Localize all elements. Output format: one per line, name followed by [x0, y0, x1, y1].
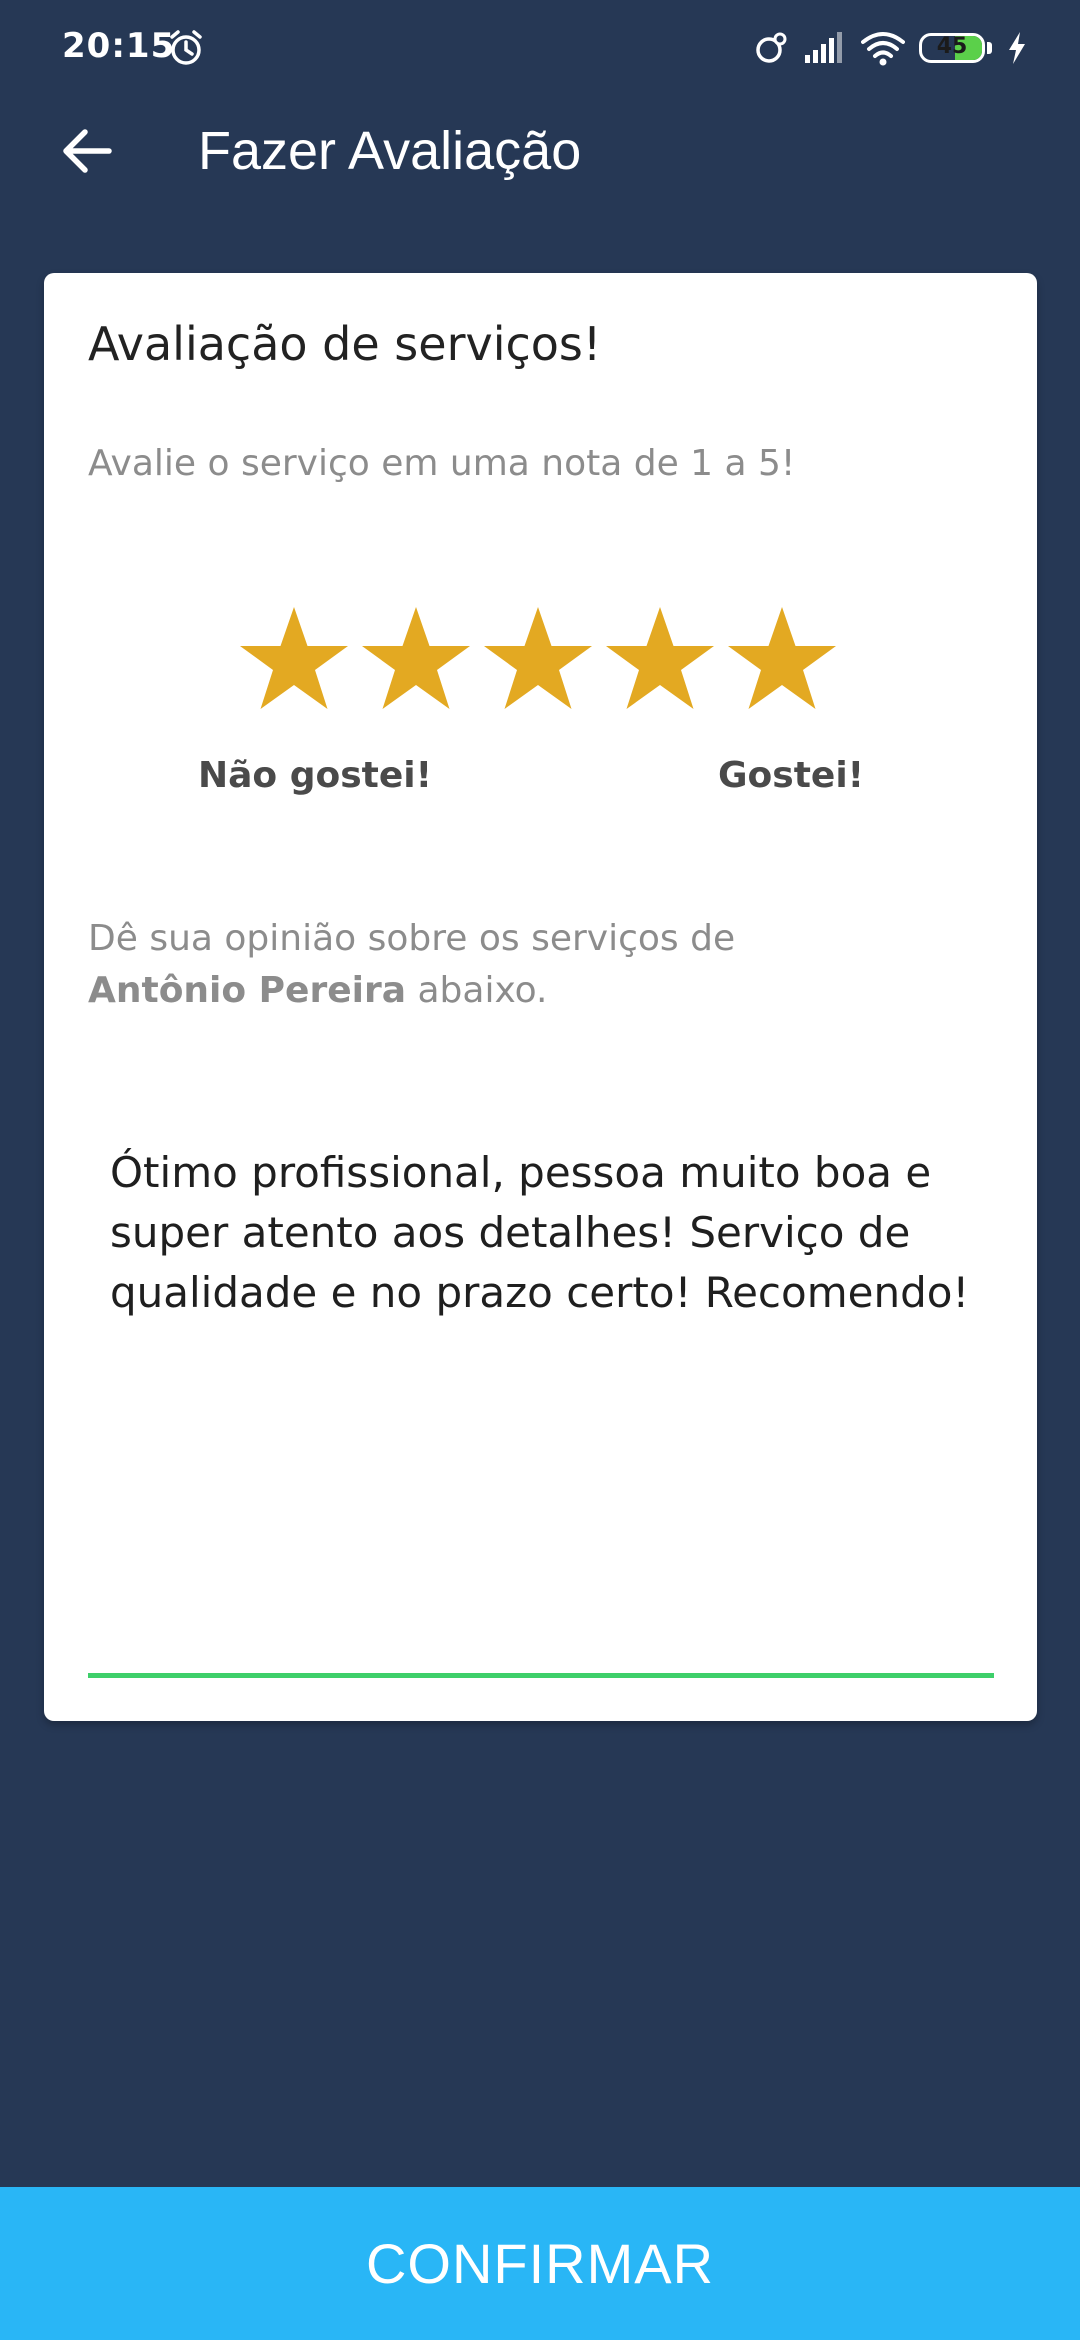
- alarm-icon: [166, 28, 206, 68]
- star-5-icon[interactable]: [726, 605, 838, 713]
- provider-name: Antônio Pereira: [88, 970, 407, 1011]
- battery-icon: 45: [919, 33, 985, 63]
- rating-label-low: Não gostei!: [198, 755, 432, 796]
- star-4-icon[interactable]: [604, 605, 716, 713]
- rating-label-high: Gostei!: [718, 755, 865, 796]
- wifi-icon: [861, 30, 905, 66]
- review-subtitle: Avalie o serviço em uma nota de 1 a 5!: [88, 443, 796, 484]
- charging-icon: [1006, 31, 1028, 65]
- comment-field[interactable]: Ótimo profissional, pessoa muito boa e s…: [110, 1143, 990, 1323]
- review-card: Avaliação de serviços! Avalie o serviço …: [44, 273, 1037, 1721]
- comment-underline: [88, 1673, 994, 1678]
- opinion-suffix: abaixo.: [417, 970, 548, 1011]
- star-rating: [238, 605, 838, 713]
- review-title: Avaliação de serviços!: [88, 317, 602, 371]
- status-bar: 20:15 45: [0, 0, 1080, 96]
- confirm-label: CONFIRMAR: [365, 2232, 715, 2295]
- star-1-icon[interactable]: [238, 605, 350, 713]
- arrow-left-icon: [61, 128, 113, 178]
- battery-cap: [987, 42, 992, 54]
- confirm-button[interactable]: CONFIRMAR: [0, 2187, 1080, 2340]
- star-2-icon[interactable]: [360, 605, 472, 713]
- back-button[interactable]: [52, 118, 122, 188]
- app-bar: Fazer Avaliação: [0, 96, 1080, 208]
- battery-level: 45: [936, 34, 968, 59]
- opinion-prefix: Dê sua opinião sobre os serviços de: [88, 918, 736, 959]
- signal-icon: [803, 31, 847, 65]
- opinion-prompt: Dê sua opinião sobre os serviços de Antô…: [88, 913, 968, 1017]
- page-title: Fazer Avaliação: [198, 121, 582, 181]
- sync-icon: [753, 30, 789, 66]
- status-icons: 45: [753, 26, 1028, 70]
- star-3-icon[interactable]: [482, 605, 594, 713]
- status-time: 20:15: [62, 26, 176, 66]
